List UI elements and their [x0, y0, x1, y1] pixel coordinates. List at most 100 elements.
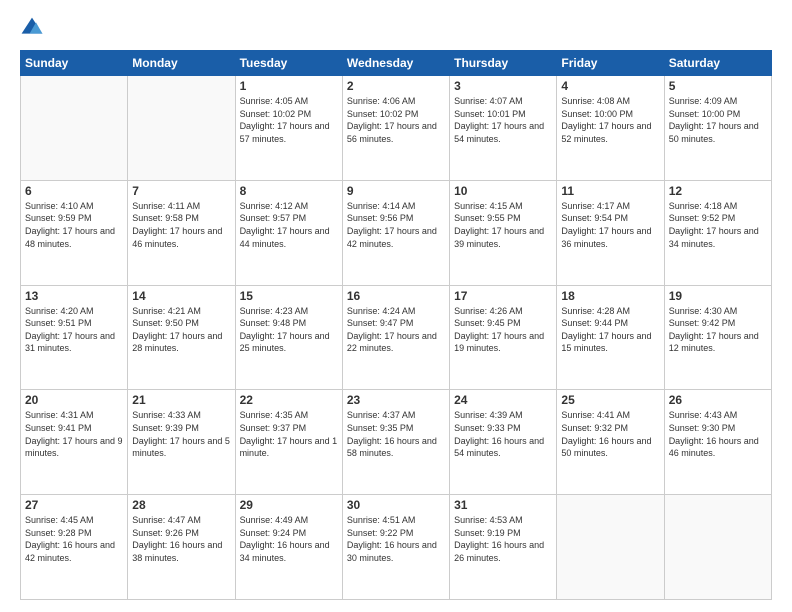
day-number: 5	[669, 79, 767, 93]
day-number: 28	[132, 498, 230, 512]
day-info: Sunrise: 4:15 AMSunset: 9:55 PMDaylight:…	[454, 200, 552, 250]
calendar-cell: 30 Sunrise: 4:51 AMSunset: 9:22 PMDayligh…	[342, 495, 449, 600]
logo-icon	[20, 16, 44, 40]
calendar-header-row: SundayMondayTuesdayWednesdayThursdayFrid…	[21, 51, 772, 76]
day-number: 1	[240, 79, 338, 93]
day-info: Sunrise: 4:12 AMSunset: 9:57 PMDaylight:…	[240, 200, 338, 250]
day-info: Sunrise: 4:47 AMSunset: 9:26 PMDaylight:…	[132, 514, 230, 564]
day-number: 19	[669, 289, 767, 303]
day-info: Sunrise: 4:24 AMSunset: 9:47 PMDaylight:…	[347, 305, 445, 355]
day-number: 26	[669, 393, 767, 407]
day-info: Sunrise: 4:31 AMSunset: 9:41 PMDaylight:…	[25, 409, 123, 459]
day-number: 3	[454, 79, 552, 93]
calendar-cell: 28 Sunrise: 4:47 AMSunset: 9:26 PMDayligh…	[128, 495, 235, 600]
calendar-cell: 7 Sunrise: 4:11 AMSunset: 9:58 PMDaylight…	[128, 180, 235, 285]
calendar-cell: 3 Sunrise: 4:07 AMSunset: 10:01 PMDayligh…	[450, 76, 557, 181]
calendar-cell: 20 Sunrise: 4:31 AMSunset: 9:41 PMDayligh…	[21, 390, 128, 495]
calendar-cell: 21Sunrise: 4:33 AMSunset: 9:39 PMDayligh…	[128, 390, 235, 495]
header	[20, 16, 772, 40]
calendar-cell: 15Sunrise: 4:23 AMSunset: 9:48 PMDayligh…	[235, 285, 342, 390]
day-info: Sunrise: 4:21 AMSunset: 9:50 PMDaylight:…	[132, 305, 230, 355]
day-number: 17	[454, 289, 552, 303]
calendar-cell	[664, 495, 771, 600]
calendar-cell: 4Sunrise: 4:08 AMSunset: 10:00 PMDayligh…	[557, 76, 664, 181]
calendar-cell: 27 Sunrise: 4:45 AMSunset: 9:28 PMDayligh…	[21, 495, 128, 600]
calendar-cell: 14Sunrise: 4:21 AMSunset: 9:50 PMDayligh…	[128, 285, 235, 390]
day-info: Sunrise: 4:14 AMSunset: 9:56 PMDaylight:…	[347, 200, 445, 250]
day-number: 18	[561, 289, 659, 303]
day-info: Sunrise: 4:33 AMSunset: 9:39 PMDaylight:…	[132, 409, 230, 459]
day-number: 25	[561, 393, 659, 407]
day-number: 2	[347, 79, 445, 93]
calendar-cell: 23Sunrise: 4:37 AMSunset: 9:35 PMDayligh…	[342, 390, 449, 495]
day-info: Sunrise: 4:07 AMSunset: 10:01 PMDaylight…	[454, 95, 552, 145]
day-number: 16	[347, 289, 445, 303]
day-info: Sunrise: 4:45 AMSunset: 9:28 PMDaylight:…	[25, 514, 123, 564]
calendar-cell	[128, 76, 235, 181]
calendar-cell: 10 Sunrise: 4:15 AMSunset: 9:55 PMDayligh…	[450, 180, 557, 285]
calendar-cell: 19Sunrise: 4:30 AMSunset: 9:42 PMDayligh…	[664, 285, 771, 390]
calendar-cell: 29 Sunrise: 4:49 AMSunset: 9:24 PMDayligh…	[235, 495, 342, 600]
calendar-cell: 16 Sunrise: 4:24 AMSunset: 9:47 PMDayligh…	[342, 285, 449, 390]
day-number: 7	[132, 184, 230, 198]
day-info: Sunrise: 4:41 AMSunset: 9:32 PMDaylight:…	[561, 409, 659, 459]
calendar-cell: 22Sunrise: 4:35 AMSunset: 9:37 PMDayligh…	[235, 390, 342, 495]
calendar-cell: 2 Sunrise: 4:06 AMSunset: 10:02 PMDayligh…	[342, 76, 449, 181]
day-number: 23	[347, 393, 445, 407]
day-info: Sunrise: 4:53 AMSunset: 9:19 PMDaylight:…	[454, 514, 552, 564]
calendar-cell: 31Sunrise: 4:53 AMSunset: 9:19 PMDayligh…	[450, 495, 557, 600]
calendar-cell: 12 Sunrise: 4:18 AMSunset: 9:52 PMDayligh…	[664, 180, 771, 285]
day-number: 20	[25, 393, 123, 407]
calendar-week-row: 13Sunrise: 4:20 AMSunset: 9:51 PMDayligh…	[21, 285, 772, 390]
calendar-week-row: 1 Sunrise: 4:05 AMSunset: 10:02 PMDayligh…	[21, 76, 772, 181]
calendar-cell: 18 Sunrise: 4:28 AMSunset: 9:44 PMDayligh…	[557, 285, 664, 390]
day-info: Sunrise: 4:51 AMSunset: 9:22 PMDaylight:…	[347, 514, 445, 564]
day-info: Sunrise: 4:28 AMSunset: 9:44 PMDaylight:…	[561, 305, 659, 355]
day-info: Sunrise: 4:20 AMSunset: 9:51 PMDaylight:…	[25, 305, 123, 355]
calendar-cell: 1 Sunrise: 4:05 AMSunset: 10:02 PMDayligh…	[235, 76, 342, 181]
day-number: 27	[25, 498, 123, 512]
day-number: 11	[561, 184, 659, 198]
day-header-tuesday: Tuesday	[235, 51, 342, 76]
day-info: Sunrise: 4:10 AMSunset: 9:59 PMDaylight:…	[25, 200, 123, 250]
day-info: Sunrise: 4:26 AMSunset: 9:45 PMDaylight:…	[454, 305, 552, 355]
day-header-thursday: Thursday	[450, 51, 557, 76]
day-header-monday: Monday	[128, 51, 235, 76]
calendar-week-row: 20 Sunrise: 4:31 AMSunset: 9:41 PMDayligh…	[21, 390, 772, 495]
day-info: Sunrise: 4:18 AMSunset: 9:52 PMDaylight:…	[669, 200, 767, 250]
calendar-cell: 17 Sunrise: 4:26 AMSunset: 9:45 PMDayligh…	[450, 285, 557, 390]
day-info: Sunrise: 4:39 AMSunset: 9:33 PMDaylight:…	[454, 409, 552, 459]
calendar-cell: 6 Sunrise: 4:10 AMSunset: 9:59 PMDaylight…	[21, 180, 128, 285]
day-info: Sunrise: 4:09 AMSunset: 10:00 PMDaylight…	[669, 95, 767, 145]
day-header-sunday: Sunday	[21, 51, 128, 76]
logo	[20, 16, 48, 40]
day-number: 10	[454, 184, 552, 198]
day-info: Sunrise: 4:06 AMSunset: 10:02 PMDaylight…	[347, 95, 445, 145]
day-number: 15	[240, 289, 338, 303]
page: SundayMondayTuesdayWednesdayThursdayFrid…	[0, 0, 792, 612]
day-number: 9	[347, 184, 445, 198]
day-info: Sunrise: 4:11 AMSunset: 9:58 PMDaylight:…	[132, 200, 230, 250]
day-header-friday: Friday	[557, 51, 664, 76]
calendar-cell: 9 Sunrise: 4:14 AMSunset: 9:56 PMDaylight…	[342, 180, 449, 285]
day-info: Sunrise: 4:05 AMSunset: 10:02 PMDaylight…	[240, 95, 338, 145]
calendar-cell	[21, 76, 128, 181]
calendar-cell	[557, 495, 664, 600]
day-header-wednesday: Wednesday	[342, 51, 449, 76]
day-info: Sunrise: 4:49 AMSunset: 9:24 PMDaylight:…	[240, 514, 338, 564]
day-number: 30	[347, 498, 445, 512]
calendar-table: SundayMondayTuesdayWednesdayThursdayFrid…	[20, 50, 772, 600]
day-number: 4	[561, 79, 659, 93]
day-number: 22	[240, 393, 338, 407]
day-number: 12	[669, 184, 767, 198]
calendar-cell: 26 Sunrise: 4:43 AMSunset: 9:30 PMDayligh…	[664, 390, 771, 495]
day-number: 29	[240, 498, 338, 512]
calendar-week-row: 27 Sunrise: 4:45 AMSunset: 9:28 PMDayligh…	[21, 495, 772, 600]
calendar-cell: 5 Sunrise: 4:09 AMSunset: 10:00 PMDayligh…	[664, 76, 771, 181]
calendar-cell: 25 Sunrise: 4:41 AMSunset: 9:32 PMDayligh…	[557, 390, 664, 495]
day-info: Sunrise: 4:43 AMSunset: 9:30 PMDaylight:…	[669, 409, 767, 459]
day-number: 8	[240, 184, 338, 198]
calendar-cell: 13Sunrise: 4:20 AMSunset: 9:51 PMDayligh…	[21, 285, 128, 390]
day-number: 6	[25, 184, 123, 198]
day-number: 24	[454, 393, 552, 407]
